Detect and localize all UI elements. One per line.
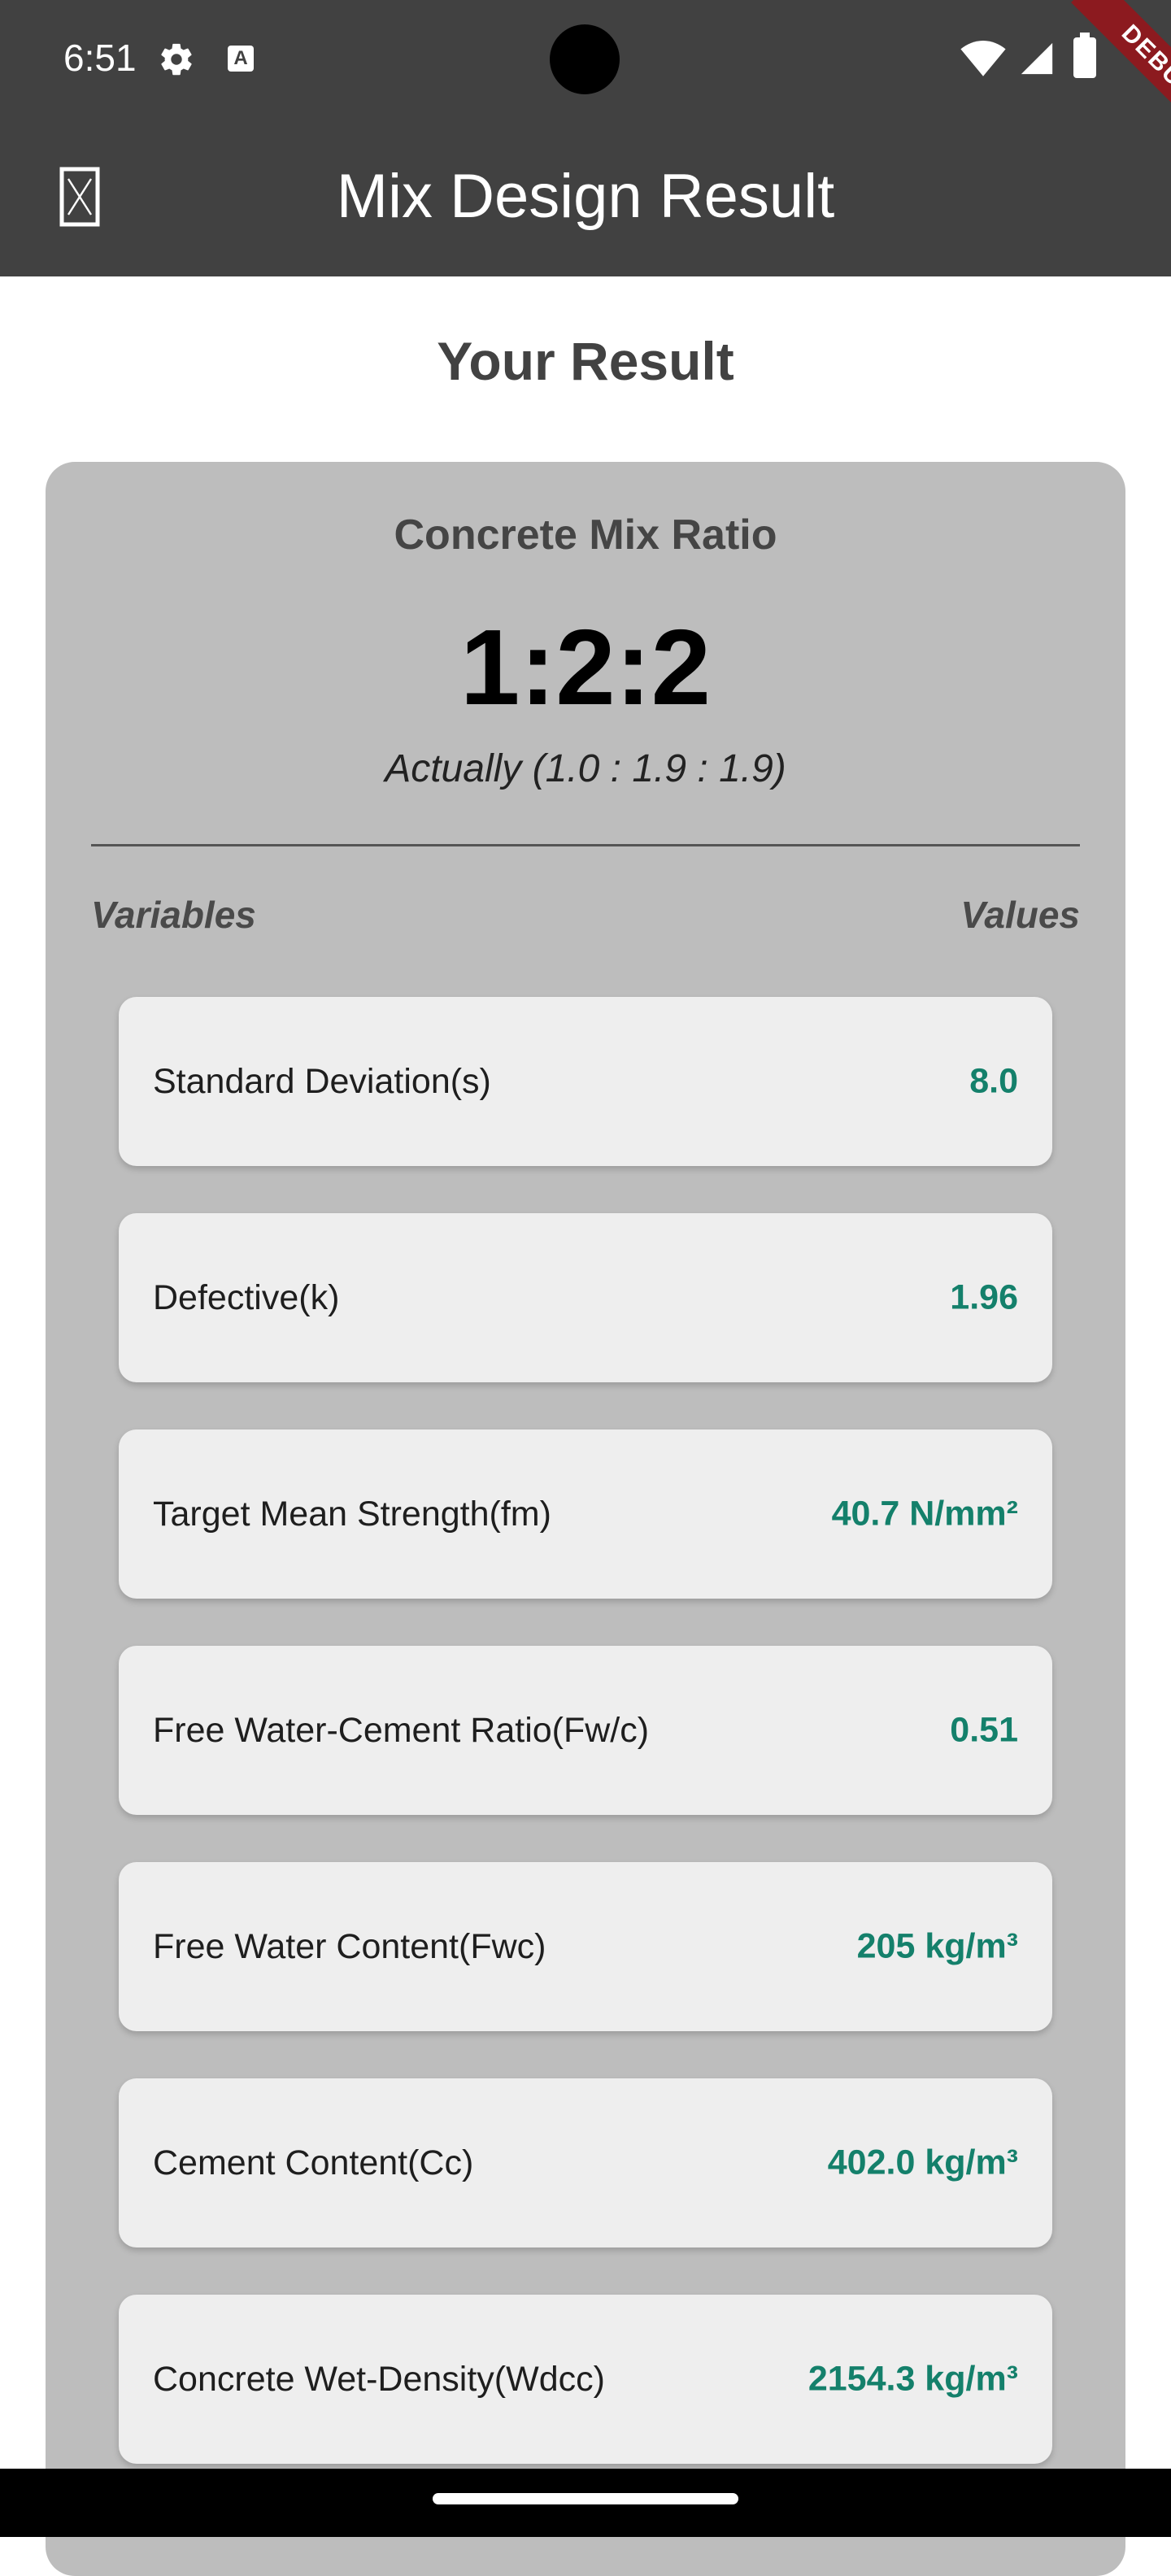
row-value: 0.51 — [950, 1710, 1018, 1750]
row-label: Target Mean Strength(fm) — [153, 1495, 551, 1534]
app-bar-title: Mix Design Result — [336, 162, 835, 231]
result-row-concrete-wet-density: Concrete Wet-Density(Wdcc) 2154.3 kg/m³ — [119, 2295, 1052, 2464]
cell-signal-icon — [1021, 42, 1053, 75]
result-row-standard-deviation: Standard Deviation(s) 8.0 — [119, 997, 1052, 1166]
row-value: 205 kg/m³ — [856, 1926, 1018, 1966]
row-value: 8.0 — [969, 1061, 1018, 1101]
result-row-target-mean-strength: Target Mean Strength(fm) 40.7 N/mm² — [119, 1429, 1052, 1599]
mix-ratio-actual: Actually (1.0 : 1.9 : 1.9) — [385, 747, 786, 790]
status-bar: 6:51 A DEBUG — [0, 0, 1171, 152]
home-indicator[interactable] — [433, 2493, 738, 2504]
status-time: 6:51 — [63, 37, 137, 79]
divider — [91, 844, 1080, 846]
row-label: Cement Content(Cc) — [153, 2143, 474, 2182]
row-label: Free Water-Cement Ratio(Fw/c) — [153, 1711, 650, 1750]
camera-cutout — [550, 24, 620, 94]
app-bar: Mix Design Result — [0, 117, 1171, 276]
row-value: 40.7 N/mm² — [831, 1494, 1018, 1534]
result-row-defective: Defective(k) 1.96 — [119, 1213, 1052, 1382]
row-label: Concrete Wet-Density(Wdcc) — [153, 2360, 605, 2399]
row-label: Free Water Content(Fwc) — [153, 1927, 546, 1966]
mix-ratio-heading: Concrete Mix Ratio — [394, 511, 777, 559]
keyboard-a-icon: A — [228, 46, 254, 72]
result-row-cement-content: Cement Content(Cc) 402.0 kg/m³ — [119, 2078, 1052, 2247]
battery-icon — [1073, 33, 1096, 78]
variables-column-header: Variables — [91, 894, 256, 936]
mix-ratio-value: 1:2:2 — [459, 607, 712, 727]
row-label: Standard Deviation(s) — [153, 1062, 491, 1101]
wifi-icon — [960, 41, 1006, 76]
system-navigation-bar — [0, 2469, 1171, 2537]
result-row-free-water-content: Free Water Content(Fwc) 205 kg/m³ — [119, 1862, 1052, 2031]
values-column-header: Values — [960, 894, 1080, 936]
row-value: 2154.3 kg/m³ — [808, 2359, 1018, 2399]
result-panel: Concrete Mix Ratio 1:2:2 Actually (1.0 :… — [46, 462, 1125, 2576]
settings-gear-icon — [161, 43, 192, 76]
row-value: 1.96 — [950, 1277, 1018, 1317]
result-row-free-water-cement-ratio: Free Water-Cement Ratio(Fw/c) 0.51 — [119, 1646, 1052, 1815]
page-title: Your Result — [437, 331, 734, 391]
row-value: 402.0 kg/m³ — [827, 2143, 1018, 2182]
row-label: Defective(k) — [153, 1278, 340, 1317]
